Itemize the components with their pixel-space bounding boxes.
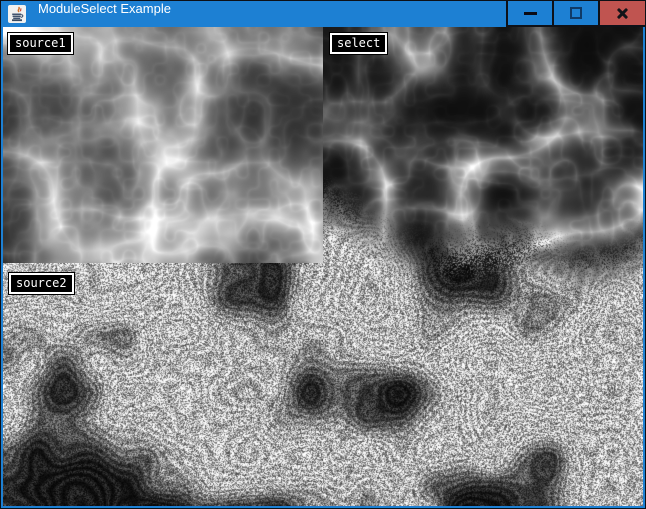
source1-image-canvas (3, 27, 323, 263)
select-label: select (330, 33, 387, 54)
maximize-button[interactable] (552, 1, 598, 27)
render-area: source1 select source2 (3, 27, 643, 506)
source2-image-canvas (3, 263, 323, 506)
title-bar[interactable]: ModuleSelect Example (1, 1, 645, 27)
window-title: ModuleSelect Example (38, 1, 171, 27)
window-controls (506, 1, 645, 27)
maximize-icon (570, 7, 582, 19)
minimize-button[interactable] (506, 1, 552, 27)
source1-label: source1 (8, 33, 73, 54)
app-window: ModuleSelect Example source1 select sour… (0, 0, 646, 509)
source2-label: source2 (9, 273, 74, 294)
java-coffee-cup-icon (8, 5, 26, 23)
close-icon (615, 6, 630, 21)
close-button[interactable] (598, 1, 645, 27)
minimize-icon (524, 12, 537, 15)
